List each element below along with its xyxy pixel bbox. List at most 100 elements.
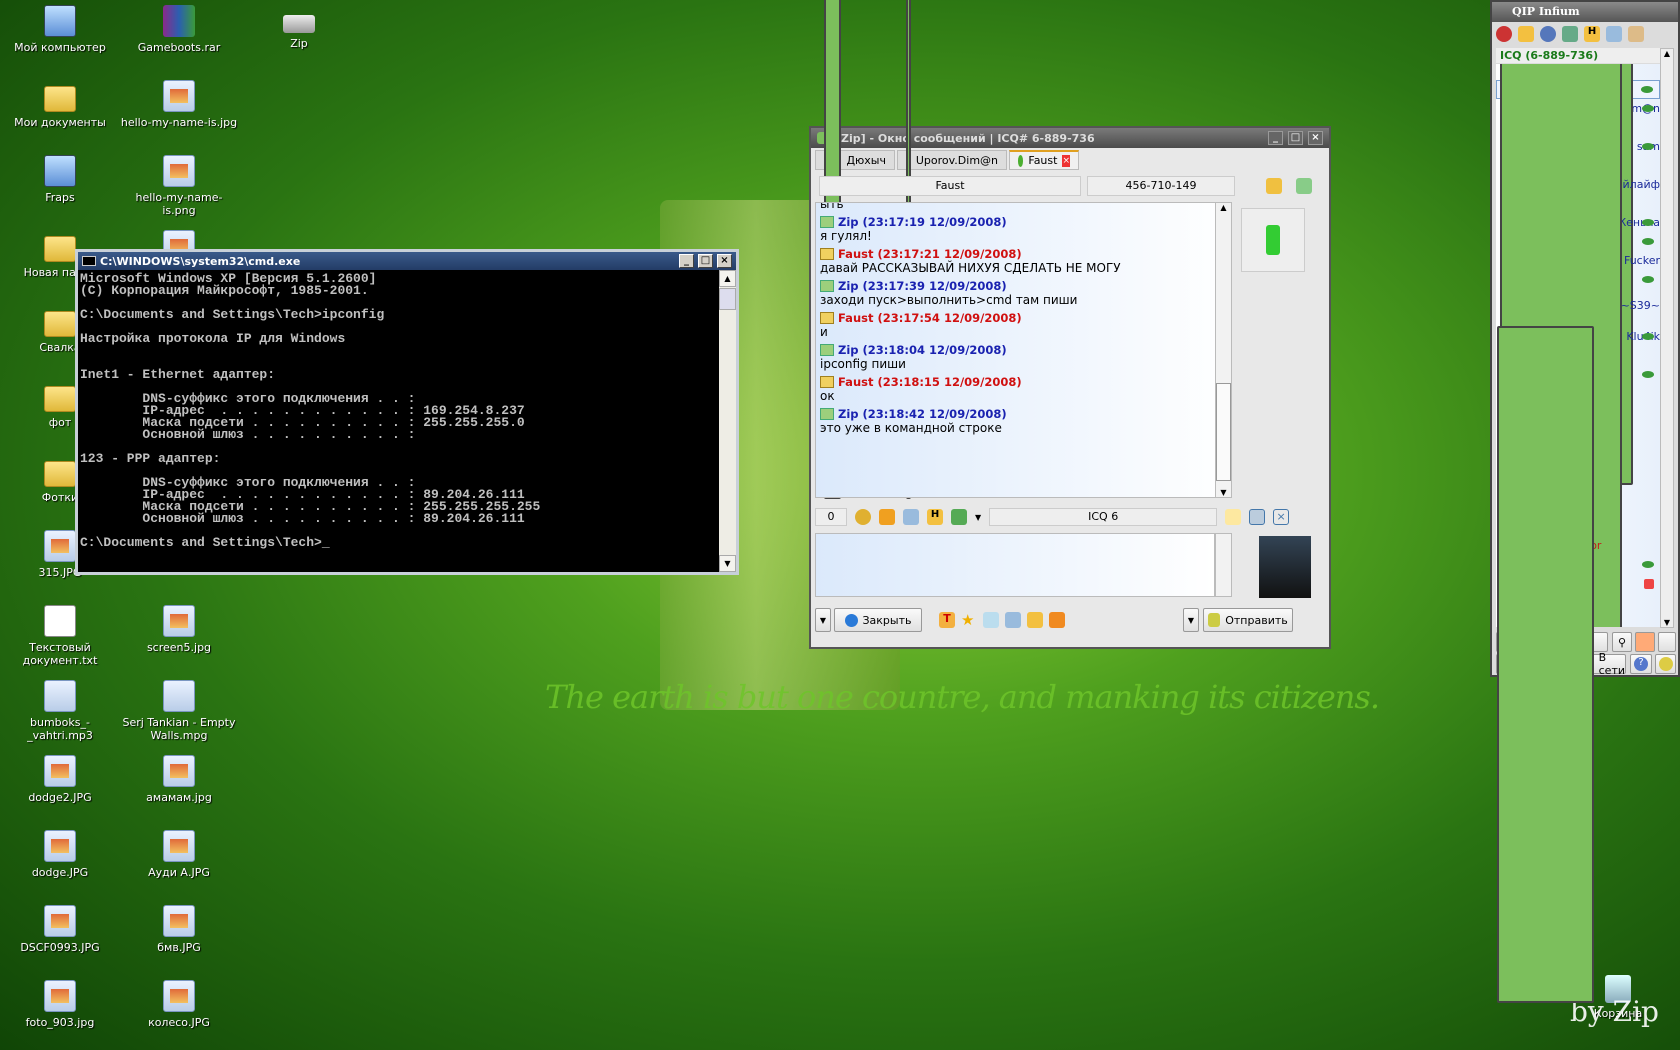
minimize-button[interactable]: _ [679,254,694,268]
chat-scrollbar[interactable]: ▲ ▼ [1215,202,1232,498]
desktop-icon[interactable]: Gameboots.rar [119,5,239,54]
contact-scrollbar[interactable]: ▲ ▼ [1660,48,1674,628]
note-icon[interactable] [1027,612,1043,628]
input-scrollbar[interactable] [1215,533,1232,597]
pc-icon [44,5,76,37]
main-menu-icon[interactable] [1496,26,1512,42]
alert-icon [1644,578,1654,589]
list-icon[interactable] [1005,612,1021,628]
send-menu-dropdown[interactable]: ▼ [1183,608,1199,632]
media-icon [163,680,195,712]
desktop-icon[interactable]: Мои документы [0,80,120,129]
text-format-icon[interactable]: T [939,612,955,628]
desktop-icon[interactable]: dodge.JPG [0,830,120,879]
history-icon[interactable]: H [927,509,943,525]
scroll-thumb[interactable] [719,288,736,310]
scroll-up-arrow-icon[interactable]: ▲ [719,270,736,287]
settings-icon[interactable] [1606,26,1622,42]
collapse-button[interactable] [1658,632,1676,652]
star-icon[interactable]: ★ [961,612,977,628]
maximize-button[interactable]: □ [698,254,713,268]
cmd-titlebar[interactable]: C:\WINDOWS\system32\cmd.exe _ □ × [78,252,736,270]
close-button[interactable]: × [1308,131,1323,145]
qip-titlebar[interactable]: QIP Infium [1492,2,1678,22]
find-contact-button[interactable]: ⚲ [1612,632,1632,652]
contact-info-icon[interactable] [1266,178,1282,194]
close-button[interactable]: × [717,254,732,268]
message-status-icon [820,280,834,292]
scroll-down-arrow-icon[interactable]: ▼ [1216,488,1231,497]
desktop-icon[interactable]: DSCF0993.JPG [0,905,120,954]
windows-cascade-icon[interactable] [1049,612,1065,628]
desktop-icon[interactable]: Мой компьютер [0,5,120,54]
desktop-icon-label: Fraps [45,191,75,204]
desktop-icon[interactable]: Serj Tankian - Empty Walls.mpg [119,680,239,742]
scroll-thumb[interactable] [1216,383,1231,481]
plugins-icon[interactable] [1628,26,1644,42]
contact-name: Fucker [1623,254,1660,267]
desktop-icon[interactable]: hello-my-name-is.png [119,155,239,217]
close-menu-dropdown[interactable]: ▼ [815,608,831,632]
message-status-icon [820,344,834,356]
desktop-icon[interactable]: бмв.JPG [119,905,239,954]
close-tab-icon[interactable]: × [1062,154,1070,167]
desktop-icon[interactable]: Ауди А.JPG [119,830,239,879]
chevron-down-icon[interactable]: ▼ [975,513,981,522]
desktop-icon[interactable]: колесо.JPG [119,980,239,1029]
tab-faust[interactable]: Faust × [1009,150,1079,170]
history-icon[interactable]: H [1584,26,1600,42]
account-header[interactable]: ICQ (6-889-736) [1496,48,1660,63]
cmd-console-output[interactable]: Microsoft Windows XP [Версия 5.1.2600] (… [78,270,719,572]
rar-icon [163,5,195,37]
qip-window: QIP Infium H ICQ (6-889-736) Друзья - 14… [1490,0,1680,1003]
users-button[interactable] [1635,632,1655,652]
quote-icon[interactable] [879,509,895,525]
scroll-up-arrow-icon[interactable]: ▲ [1216,203,1231,218]
desktop-icon[interactable]: Текстовый документ.txt [0,605,120,667]
layout-icon[interactable] [1249,509,1266,525]
cmd-scrollbar[interactable]: ▲ ▼ [719,270,736,572]
scroll-up-arrow-icon[interactable]: ▲ [1661,49,1673,58]
close-button[interactable]: Закрыть [834,608,922,632]
help-button[interactable]: ? [1630,654,1652,674]
contacts-icon[interactable] [1562,26,1578,42]
tab-uporov[interactable]: Uporov.Dim@n [897,0,1007,499]
minimize-button[interactable]: _ [1268,131,1283,145]
tab-duhych[interactable]: Дюхыч [815,0,895,499]
message-input[interactable] [815,533,1215,597]
desktop-icon[interactable]: Zip [239,5,359,50]
close-panel-icon[interactable]: × [1273,509,1290,525]
window-icon[interactable] [983,612,999,628]
history-folder-icon[interactable] [1296,178,1312,194]
cmd-icon [82,256,96,266]
desktop-icon[interactable]: hello-my-name-is.jpg [119,80,239,129]
desktop-icon[interactable]: bumboks_-_vahtri.mp3 [0,680,120,742]
desktop-icon[interactable]: амамам.jpg [119,755,239,804]
scroll-down-arrow-icon[interactable]: ▼ [719,555,736,572]
folder-icon [44,311,76,337]
maximize-button[interactable]: □ [1288,131,1303,145]
contact-avatar [1241,208,1305,272]
save-icon[interactable] [951,509,967,525]
desktop-icon[interactable]: Fraps [0,155,120,204]
radio-icon[interactable] [1540,26,1556,42]
desktop-icon[interactable]: dodge2.JPG [0,755,120,804]
message-window-titlebar[interactable]: [Zip] - Окно сообщений | ICQ# 6-889-736 … [811,128,1329,148]
send-button[interactable]: Отправить [1203,608,1293,632]
chat-history[interactable]: ыть Zip (23:17:19 12/09/2008) я гулял! Fau… [815,202,1232,498]
desktop-icon[interactable]: screen5.jpg [119,605,239,654]
help-icon: ? [1634,657,1648,671]
desktop-icon-label: Gameboots.rar [137,41,221,54]
desktop-icon[interactable]: foto_903.jpg [0,980,120,1029]
smiley-icon[interactable] [855,509,871,525]
status-button[interactable]: В сети [1496,325,1626,1003]
eye-icon [1642,105,1654,112]
media-icon [44,680,76,712]
status-icon[interactable] [1518,26,1534,42]
note-icon[interactable] [1225,509,1242,525]
privacy-button[interactable] [1655,654,1676,674]
send-label: Отправить [1225,613,1288,627]
scroll-down-arrow-icon[interactable]: ▼ [1661,618,1673,627]
chat-message: Zip (23:18:04 12/09/2008) ipconfig пиши [820,343,1227,371]
send-file-icon[interactable] [903,509,919,525]
